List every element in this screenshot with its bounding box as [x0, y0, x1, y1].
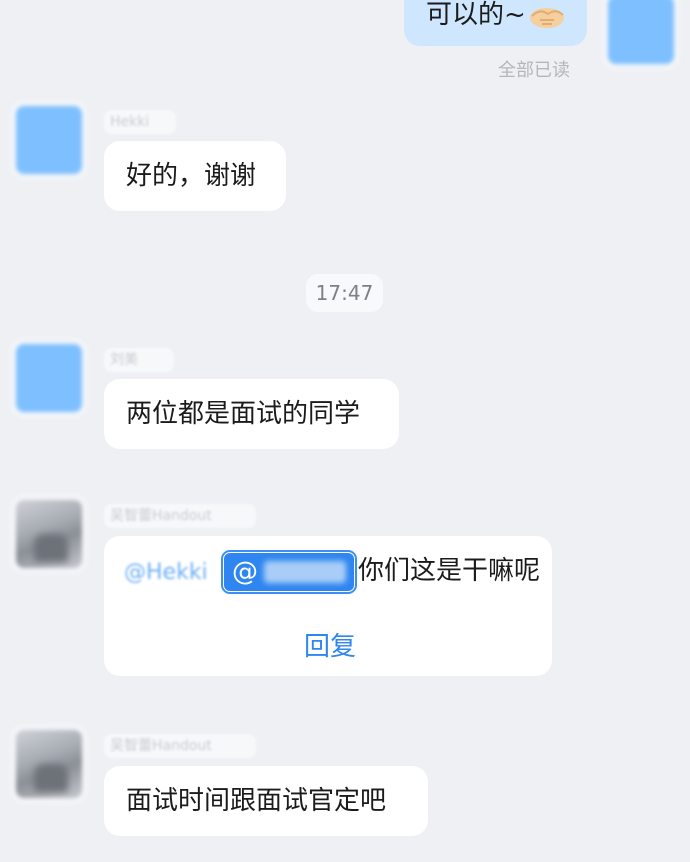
mention-selected-chip[interactable]: @	[220, 549, 357, 594]
message-bubble[interactable]: 两位都是面试的同学	[104, 379, 399, 449]
mention-name-redacted	[263, 561, 346, 583]
sender-name: 刘美	[104, 348, 174, 372]
mention-at-symbol: @	[231, 556, 258, 587]
reply-button[interactable]: 回复	[304, 626, 356, 663]
sender-name: 吴智蕾Handout	[104, 734, 256, 758]
message-bubble[interactable]: 面试时间跟面试官定吧	[104, 766, 428, 836]
message-text: 两位都是面试的同学	[126, 399, 361, 429]
message-text: 好的，谢谢	[126, 161, 257, 191]
read-status: 全部已读	[498, 60, 570, 81]
my-message-bubble[interactable]: 可以的~	[404, 0, 587, 46]
chat-window: 可以的~ 全部已读 Hekki 好的，谢谢 17:47 刘美 两位都是面试的同学…	[0, 0, 690, 862]
message-bubble[interactable]: 好的，谢谢	[104, 141, 286, 211]
handshake-emoji-icon	[529, 7, 564, 28]
sender-name: Hekki	[104, 110, 176, 134]
avatar-wuzhilei[interactable]	[10, 494, 88, 574]
sender-name: 吴智蕾Handout	[104, 504, 256, 528]
message-text: 你们这是干嘛呢	[357, 556, 540, 586]
avatar-hekki[interactable]	[10, 100, 88, 180]
avatar-wuzhilei[interactable]	[10, 724, 88, 804]
my-avatar[interactable]	[602, 0, 680, 70]
message-text: 面试时间跟面试官定吧	[126, 786, 387, 816]
avatar-liumei[interactable]	[10, 338, 88, 418]
my-message-text: 可以的~	[426, 0, 526, 30]
mention-hekki-link[interactable]: @Hekki	[124, 560, 208, 585]
timestamp-badge: 17:47	[306, 274, 383, 312]
